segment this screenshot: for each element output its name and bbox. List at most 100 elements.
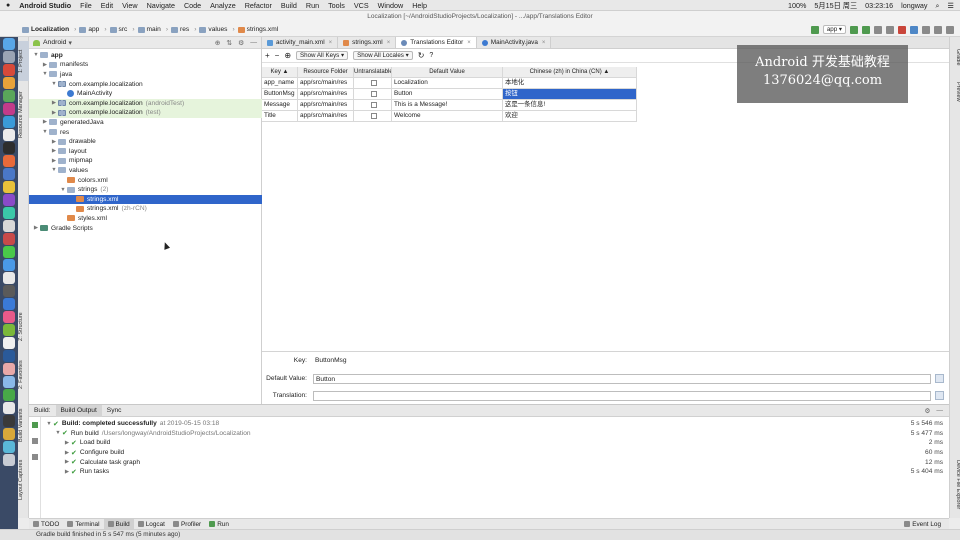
close-icon[interactable]: × (387, 40, 391, 46)
table-row[interactable]: app_name app/src/main/res Localization 本地化 (262, 78, 637, 89)
refresh-icon[interactable]: ↻ (418, 51, 425, 60)
breadcrumb-item[interactable]: values (199, 26, 227, 33)
run-config-select[interactable]: app ▾ (822, 25, 846, 34)
tree-item[interactable]: strings.xml (zh-rCN) (29, 204, 262, 214)
cell-chinese-cn[interactable]: 本地化 (503, 78, 637, 89)
expand-default-icon[interactable] (935, 374, 944, 383)
chevron-right-icon[interactable]: ▶ (50, 100, 58, 106)
chevron-right-icon[interactable]: ▶ (50, 158, 58, 164)
cell-untranslatable[interactable] (354, 111, 392, 122)
gear-icon[interactable]: ⚙ (238, 39, 244, 47)
app-icon[interactable] (3, 207, 15, 219)
untranslatable-checkbox[interactable] (371, 91, 377, 97)
tree-item[interactable]: colors.xml (29, 175, 262, 185)
app-icon[interactable] (3, 142, 15, 154)
cell-key[interactable]: Message (262, 100, 298, 111)
menu-window[interactable]: Window (378, 1, 404, 10)
app-icon[interactable] (3, 246, 15, 258)
app-menu[interactable]: Android Studio (19, 1, 71, 10)
app-icon[interactable] (3, 272, 15, 284)
collapse-icon[interactable]: ⇅ (226, 39, 232, 47)
app-icon[interactable] (3, 168, 15, 180)
tool-run[interactable]: Run (205, 519, 233, 530)
chevron-right-icon[interactable]: ▶ (50, 148, 58, 154)
menu-file[interactable]: File (80, 1, 92, 10)
copy-icon[interactable] (32, 438, 38, 444)
cell-key[interactable]: ButtonMsg (262, 89, 298, 100)
menu-analyze[interactable]: Analyze (210, 1, 236, 10)
hide-icon[interactable]: — (250, 39, 257, 47)
tool-build[interactable]: Build (103, 518, 134, 530)
app-icon[interactable] (3, 441, 15, 453)
menu-build[interactable]: Build (281, 1, 297, 10)
translation-field[interactable] (313, 391, 931, 401)
launchpad-icon[interactable] (3, 51, 15, 63)
tab-structure[interactable]: Z: Structure (18, 307, 29, 347)
tree-item[interactable]: ▶ com.example.localization (test) (29, 108, 262, 118)
sdk-manager-icon[interactable] (934, 25, 942, 34)
app-icon[interactable] (3, 389, 15, 401)
app-icon[interactable] (3, 129, 15, 141)
app-icon[interactable] (3, 428, 15, 440)
menu-refactor[interactable]: Refactor (245, 1, 272, 10)
menu-list-icon[interactable]: ☰ (948, 1, 954, 10)
cell-untranslatable[interactable] (354, 78, 392, 89)
build-output-line[interactable]: ▶ ✔ Calculate task graph 12 ms (41, 457, 949, 467)
build-output-line[interactable]: ▶ ✔ Configure build 60 ms (41, 448, 949, 458)
app-icon[interactable] (3, 363, 15, 375)
tab-activity-main[interactable]: activity_main.xml × (262, 37, 339, 48)
close-icon[interactable]: × (329, 40, 333, 46)
pin-icon[interactable] (32, 454, 38, 460)
chevron-right-icon[interactable]: ▶ (41, 62, 49, 68)
tool-logcat[interactable]: Logcat (134, 519, 169, 530)
chevron-down-icon[interactable]: ▼ (50, 81, 58, 87)
gear-icon[interactable]: ⚙ (924, 407, 930, 415)
app-icon[interactable] (3, 77, 15, 89)
remove-key-button[interactable]: − (275, 51, 280, 60)
tree-item[interactable]: ▶ manifests (29, 60, 262, 70)
add-key-button[interactable]: + (265, 51, 270, 60)
tree-item[interactable]: ▼ java (29, 70, 262, 80)
tree-item[interactable]: ▶ com.example.localization (androidTest) (29, 98, 262, 108)
battery-status[interactable]: 100% (788, 1, 806, 10)
app-icon[interactable] (3, 90, 15, 102)
cell-chinese-cn[interactable]: 这是一条信息! (503, 100, 637, 111)
tab-gradle[interactable]: Gradle (950, 45, 960, 70)
default-value-field[interactable]: Button (313, 374, 931, 384)
sync-icon[interactable] (910, 25, 918, 34)
tree-item[interactable]: ▼ app (29, 51, 262, 61)
close-icon[interactable]: × (467, 40, 471, 46)
menu-edit[interactable]: Edit (101, 1, 113, 10)
tree-item[interactable]: ▼ strings (2) (29, 185, 262, 195)
cell-default-value[interactable]: This is a Message! (392, 100, 503, 111)
menu-vcs[interactable]: VCS (354, 1, 369, 10)
hide-icon[interactable]: — (936, 407, 943, 415)
breadcrumb-item[interactable]: src (109, 26, 127, 33)
stop-icon[interactable] (898, 25, 906, 34)
tab-strings-xml[interactable]: strings.xml × (338, 37, 397, 48)
cell-default-value[interactable]: Button (392, 89, 503, 100)
chevron-down-icon[interactable]: ▼ (59, 187, 67, 193)
column-resource-folder[interactable]: Resource Folder (298, 67, 354, 78)
app-icon[interactable] (3, 285, 15, 297)
app-icon[interactable] (3, 311, 15, 323)
finder-icon[interactable] (3, 38, 15, 50)
table-row[interactable]: ButtonMsg app/src/main/res Button 按钮 (262, 89, 637, 100)
breadcrumb-item[interactable]: res (171, 26, 189, 33)
build-output-line[interactable]: ▶ ✔ Load build 2 ms (41, 438, 949, 448)
app-icon[interactable] (3, 64, 15, 76)
app-icon[interactable] (3, 350, 15, 362)
menu-tools[interactable]: Tools (328, 1, 345, 10)
cell-chinese-cn[interactable]: 按钮 (503, 89, 637, 100)
table-row[interactable]: Title app/src/main/res Welcome 欢迎 (262, 111, 637, 122)
cell-default-value[interactable]: Localization (392, 78, 503, 89)
chevron-right-icon[interactable]: ▶ (32, 225, 40, 231)
tab-sync[interactable]: Sync (102, 405, 127, 417)
chevron-right-icon[interactable]: ▶ (63, 440, 71, 446)
menu-code[interactable]: Code (184, 1, 201, 10)
tree-item[interactable]: strings.xml (29, 194, 262, 204)
app-icon[interactable] (3, 259, 15, 271)
tab-main-activity[interactable]: MainActivity.java × (476, 37, 552, 48)
build-output-line[interactable]: ▼ ✔ Run build/Users/longway/AndroidStudioP… (41, 429, 949, 439)
chevron-down-icon[interactable]: ▼ (41, 71, 49, 77)
